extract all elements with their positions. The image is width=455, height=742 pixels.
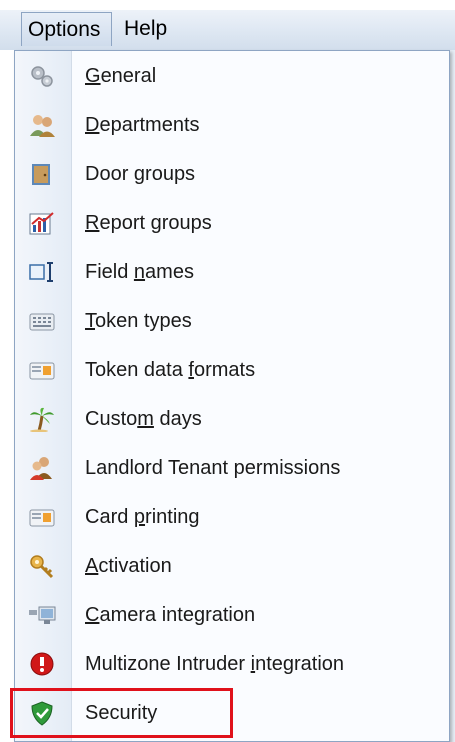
people-permissions-icon: [28, 455, 56, 481]
menu-item-label: Departments: [85, 114, 200, 136]
menu-item-card-printing[interactable]: Card printing: [15, 493, 449, 541]
menu-help-label: Help: [124, 17, 168, 40]
menu-item-label: Token data formats: [85, 359, 256, 381]
menu-item-token-data-formats[interactable]: Token data formats: [15, 346, 449, 394]
menu-item-label: Custom days: [85, 408, 202, 430]
report-chart-icon: [28, 210, 56, 236]
menu-item-label: Field names: [85, 261, 194, 283]
menu-item-custom-days[interactable]: Custom days: [15, 395, 449, 443]
security-highlight-box: [10, 688, 233, 738]
background-app-right: [450, 50, 455, 742]
menubar-top-strip: [0, 0, 455, 10]
people-icon: [28, 112, 56, 138]
gears-icon: [28, 63, 56, 89]
menu-help[interactable]: Help: [118, 12, 180, 46]
menu-item-label: General: [85, 65, 157, 87]
camera-icon: [28, 602, 56, 628]
menu-item-token-types[interactable]: Token types: [15, 297, 449, 345]
menu-item-multizone-intruder-integration[interactable]: Multizone Intruder integration: [15, 640, 449, 688]
menu-item-camera-integration[interactable]: Camera integration: [15, 591, 449, 639]
options-dropdown-menu: General Departments Door groups Report g…: [14, 50, 450, 742]
menu-item-landlord-tenant-permissions[interactable]: Landlord Tenant permissions: [15, 444, 449, 492]
menu-item-label: Landlord Tenant permissions: [85, 457, 341, 479]
menu-item-report-groups[interactable]: Report groups: [15, 199, 449, 247]
menu-item-label: Door groups: [85, 163, 196, 185]
menu-item-label: Camera integration: [85, 604, 256, 626]
menu-item-label: Token types: [85, 310, 192, 332]
menu-item-departments[interactable]: Departments: [15, 101, 449, 149]
menu-item-general[interactable]: General: [15, 52, 449, 100]
background-app-left: [0, 50, 14, 742]
menu-options[interactable]: Options: [21, 12, 112, 46]
menu-item-label: Card printing: [85, 506, 200, 528]
menu-item-door-groups[interactable]: Door groups: [15, 150, 449, 198]
text-field-icon: [28, 259, 56, 285]
door-icon: [28, 161, 56, 187]
menu-item-label: Multizone Intruder integration: [85, 653, 345, 675]
menu-bar: Options Help: [0, 0, 455, 51]
menu-options-label: Options: [28, 18, 101, 41]
menu-item-label: Report groups: [85, 212, 212, 234]
menu-item-activation[interactable]: Activation: [15, 542, 449, 590]
card-icon: [28, 357, 56, 383]
keypad-card-icon: [28, 308, 56, 334]
menu-item-field-names[interactable]: Field names: [15, 248, 449, 296]
menu-item-label: Activation: [85, 555, 172, 577]
card-icon: [28, 504, 56, 530]
alarm-icon: [28, 651, 56, 677]
key-icon: [28, 553, 56, 579]
palm-tree-icon: [28, 406, 56, 433]
